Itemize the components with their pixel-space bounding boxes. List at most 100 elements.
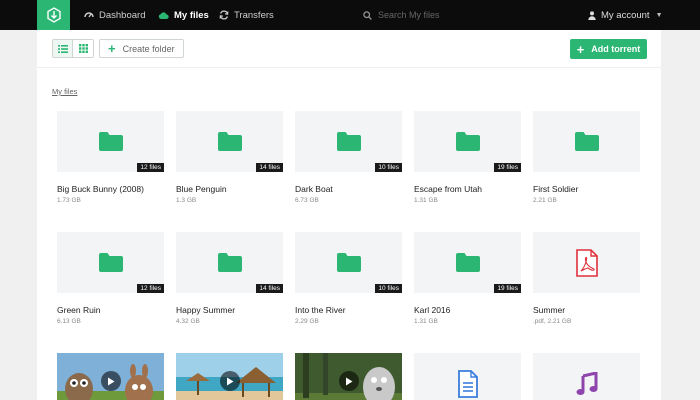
file-thumbnail[interactable]: 14 files: [176, 111, 283, 172]
search-bar[interactable]: [363, 0, 498, 30]
folder-icon: [455, 253, 480, 272]
file-thumbnail[interactable]: [533, 232, 640, 293]
file-thumbnail[interactable]: [414, 353, 521, 400]
file-thumbnail[interactable]: 19 files: [414, 111, 521, 172]
folder-icon: [336, 132, 361, 151]
list-icon: [57, 44, 68, 53]
file-count-badge: 19 files: [494, 284, 521, 293]
folder-icon: [98, 253, 123, 272]
add-torrent-button[interactable]: + Add torrent: [570, 39, 647, 59]
file-count-badge: 14 files: [256, 163, 283, 172]
play-icon: [346, 377, 353, 385]
file-thumbnail[interactable]: [57, 353, 164, 400]
file-name[interactable]: Escape from Utah: [414, 184, 521, 194]
breadcrumb[interactable]: My files: [52, 87, 77, 96]
file-thumbnail[interactable]: [176, 353, 283, 400]
create-folder-button[interactable]: + Create folder: [99, 39, 184, 58]
file-size: .pdf, 2.21 GB: [533, 318, 572, 325]
folder-tile[interactable]: 14 files Happy Summer 4.32 GB: [176, 232, 283, 325]
file-name[interactable]: Happy Summer: [176, 305, 283, 315]
file-count-badge: 10 files: [375, 284, 402, 293]
add-torrent-label: Add torrent: [591, 44, 641, 54]
folder-icon: [574, 132, 599, 151]
nav-transfers-label: Transfers: [234, 9, 274, 21]
plus-icon: +: [576, 41, 585, 57]
folder-tile[interactable]: 10 files Into the River 2.29 GB: [295, 232, 402, 325]
file-size: 1.73 GB: [57, 197, 81, 204]
grid-icon: [78, 44, 88, 53]
file-name[interactable]: Dark Boat: [295, 184, 402, 194]
file-name[interactable]: Green Ruin: [57, 305, 164, 315]
file-count-badge: 10 files: [375, 163, 402, 172]
file-name[interactable]: Big Buck Bunny (2008): [57, 184, 164, 194]
file-thumbnail[interactable]: [533, 353, 640, 400]
folder-tile[interactable]: 19 files Karl 2016 1.31 GB: [414, 232, 521, 325]
play-button[interactable]: [220, 371, 240, 391]
app-logo[interactable]: [37, 0, 70, 30]
top-navigation-bar: Dashboard My files Transfers My account …: [0, 0, 700, 30]
file-size: 6.13 GB: [57, 318, 81, 325]
nav-my-files[interactable]: My files: [158, 0, 209, 30]
create-folder-label: Create folder: [122, 43, 175, 54]
file-thumbnail[interactable]: 14 files: [176, 232, 283, 293]
folder-icon: [336, 253, 361, 272]
folder-tile[interactable]: 10 files Dark Boat 6.73 GB: [295, 111, 402, 204]
file-size: 1.31 GB: [414, 197, 438, 204]
document-file-icon: [457, 369, 478, 398]
file-thumbnail[interactable]: 10 files: [295, 111, 402, 172]
caret-down-icon: ▼: [655, 11, 663, 19]
grid-view-button[interactable]: [73, 40, 93, 57]
file-tile[interactable]: Summer .pdf, 2.21 GB: [533, 232, 640, 325]
file-tile[interactable]: [295, 353, 402, 400]
file-thumbnail[interactable]: [295, 353, 402, 400]
folder-icon: [217, 253, 242, 272]
file-thumbnail[interactable]: 12 files: [57, 232, 164, 293]
view-toggle: [52, 39, 94, 58]
file-name[interactable]: Karl 2016: [414, 305, 521, 315]
file-size: 1.31 GB: [414, 318, 438, 325]
folder-tile[interactable]: 14 files Blue Penguin 1.3 GB: [176, 111, 283, 204]
anchor-download-logo-icon: [46, 7, 61, 23]
folder-icon: [217, 132, 242, 151]
nav-dashboard[interactable]: Dashboard: [84, 0, 145, 30]
folder-icon: [98, 132, 123, 151]
file-name[interactable]: First Soldier: [533, 184, 640, 194]
file-tile[interactable]: [414, 353, 521, 400]
file-tile[interactable]: [533, 353, 640, 400]
play-button[interactable]: [339, 371, 359, 391]
pdf-file-icon: [575, 248, 598, 277]
file-name[interactable]: Into the River: [295, 305, 402, 315]
file-tile[interactable]: [57, 353, 164, 400]
cloud-icon: [158, 11, 169, 19]
play-button[interactable]: [101, 371, 121, 391]
files-toolbar: + Create folder + Add torrent: [37, 30, 661, 68]
account-label: My account: [601, 9, 650, 21]
file-thumbnail[interactable]: 19 files: [414, 232, 521, 293]
nav-my-files-label: My files: [174, 9, 209, 21]
file-size: 4.32 GB: [176, 318, 200, 325]
file-tile[interactable]: [176, 353, 283, 400]
plus-icon: +: [108, 41, 116, 56]
account-menu[interactable]: My account ▼: [588, 0, 663, 30]
file-size: 1.3 GB: [176, 197, 197, 204]
file-thumbnail[interactable]: 12 files: [57, 111, 164, 172]
file-name[interactable]: Blue Penguin: [176, 184, 283, 194]
folder-tile[interactable]: 12 files Green Ruin 6.13 GB: [57, 232, 164, 325]
folder-tile[interactable]: 12 files Big Buck Bunny (2008) 1.73 GB: [57, 111, 164, 204]
file-thumbnail[interactable]: [533, 111, 640, 172]
music-note-icon: [576, 371, 597, 395]
file-name[interactable]: Summer: [533, 305, 640, 315]
nav-transfers[interactable]: Transfers: [219, 0, 274, 30]
folder-tile[interactable]: 19 files Escape from Utah 1.31 GB: [414, 111, 521, 204]
file-count-badge: 12 files: [137, 284, 164, 293]
list-view-button[interactable]: [53, 40, 73, 57]
nav-dashboard-label: Dashboard: [99, 9, 146, 21]
file-count-badge: 12 files: [137, 163, 164, 172]
search-input[interactable]: [378, 10, 498, 20]
file-count-badge: 14 files: [256, 284, 283, 293]
folder-tile[interactable]: First Soldier 2.21 GB: [533, 111, 640, 204]
file-thumbnail[interactable]: 10 files: [295, 232, 402, 293]
search-icon: [363, 10, 372, 20]
refresh-icon: [219, 10, 229, 20]
file-size: 2.29 GB: [295, 318, 319, 325]
